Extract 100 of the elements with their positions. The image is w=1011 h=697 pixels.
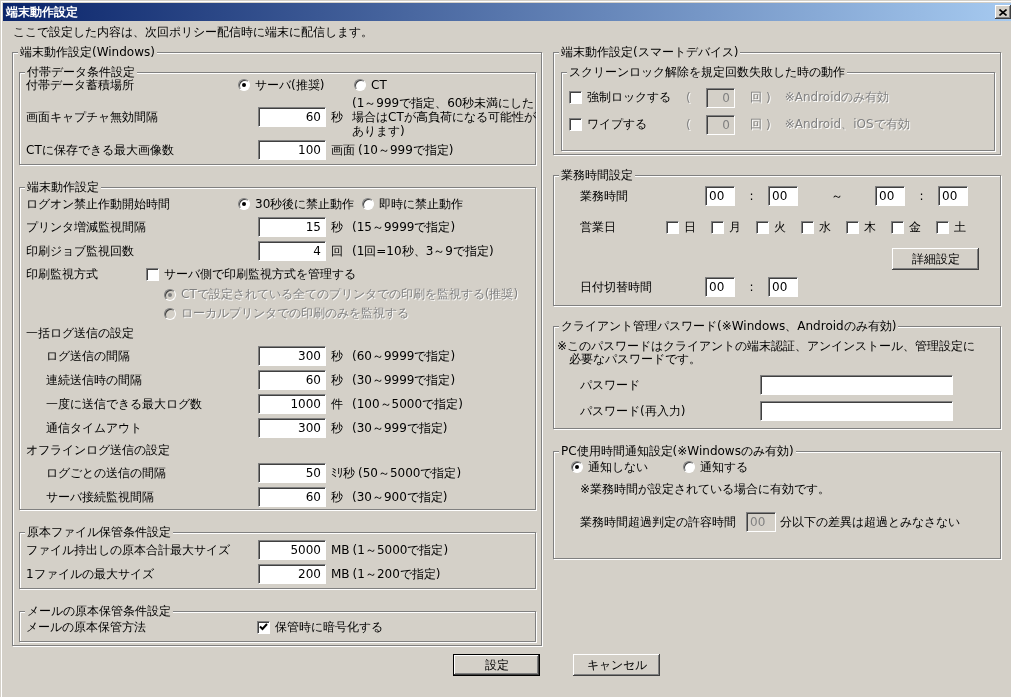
checkbox-label: 月	[729, 218, 741, 236]
range-hint: (100～5000で指定)	[352, 397, 463, 411]
radio-label: 即時に禁止動作	[379, 195, 464, 213]
radio-button[interactable]	[354, 79, 366, 91]
number-field[interactable]: 60	[258, 107, 326, 127]
radio-button[interactable]	[571, 461, 583, 473]
number-field[interactable]: 50	[258, 463, 326, 483]
field-label: パスワード(再入力)	[580, 402, 687, 420]
minute-field[interactable]: 00	[768, 277, 798, 297]
range-hint: (30～999で指定)	[352, 421, 448, 435]
intro-text: ここで設定した内容は、次回ポリシー配信時に端末に配信します。	[13, 26, 374, 39]
radio-label: 30秒後に禁止動作	[255, 195, 355, 213]
radio-label: CTで設定されている全てのプリンタでの印刷を監視する(推奨)	[181, 286, 519, 303]
password-field[interactable]	[760, 375, 953, 395]
paren-text: )	[766, 90, 771, 105]
checkbox[interactable]	[891, 220, 904, 234]
number-field[interactable]: 100	[258, 140, 326, 160]
field-label: 付帯データ蓄積場所	[26, 77, 135, 94]
field-label: 営業日	[580, 218, 617, 236]
checkbox-label: 火	[774, 218, 786, 236]
unit-label: ﾐﾘ秒	[331, 464, 355, 482]
number-field[interactable]: 300	[258, 418, 326, 438]
section-label: オフラインログ送信の設定	[26, 442, 170, 459]
unit-label: 件	[331, 395, 344, 413]
group-title: 業務時間設定	[559, 168, 635, 182]
field-label: 連続送信時の間隔	[46, 371, 143, 389]
group-title: クライアント管理パスワード(※Windows、Androidのみ有効)	[559, 319, 899, 333]
range-hint: (30～9999で指定)	[352, 373, 456, 387]
checkbox[interactable]	[936, 220, 949, 234]
number-field[interactable]: 200	[258, 564, 326, 584]
hour-field[interactable]: 00	[875, 186, 905, 206]
minute-field[interactable]: 00	[768, 186, 798, 206]
field-label: 一度に送信できる最大ログ数	[46, 395, 203, 413]
checkbox-label: 保管時に暗号化する	[275, 618, 383, 636]
checkbox-label: サーバ側で印刷監視方式を管理する	[164, 265, 356, 283]
range-hint: (15～9999で指定)	[352, 220, 456, 234]
checkbox[interactable]	[711, 220, 724, 234]
close-icon	[999, 8, 1007, 16]
radio-button[interactable]	[362, 198, 375, 210]
group-title: 付帯データ条件設定	[25, 65, 137, 79]
field-label: メールの原本保管方法	[26, 618, 147, 636]
group-title: 端末動作設定(スマートデバイス)	[559, 45, 741, 59]
note-text: ※業務時間が設定されている場合に有効です。	[579, 480, 832, 498]
hour-field[interactable]: 00	[705, 277, 735, 297]
note-text: ※Android、iOSで有効	[784, 116, 910, 133]
checkbox[interactable]	[846, 220, 859, 234]
range-hint: (1～5000で指定)	[352, 543, 449, 557]
checkbox[interactable]	[146, 267, 159, 281]
radio-button[interactable]	[683, 461, 695, 473]
detail-settings-button[interactable]: 詳細設定	[892, 248, 979, 270]
time-colon: :	[748, 280, 755, 294]
field-label: 印刷ジョブ監視回数	[26, 242, 135, 260]
checkbox-label: 強制ロックする	[587, 89, 671, 106]
group-title: スクリーンロック解除を規定回数失敗した時の動作	[567, 65, 847, 79]
time-colon: :	[918, 189, 925, 203]
unit-label: 画面	[331, 141, 355, 159]
number-field[interactable]: 15	[258, 217, 326, 237]
unit-label: 秒	[331, 371, 344, 389]
checkbox-label: 水	[819, 218, 831, 236]
checkbox[interactable]	[756, 220, 769, 234]
time-colon: :	[748, 189, 755, 203]
group-title: 端末動作設定	[25, 180, 101, 194]
checkbox[interactable]	[801, 220, 814, 234]
paren-text: )	[766, 117, 771, 132]
range-hint: (30～900で指定)	[352, 490, 448, 504]
radio-button[interactable]	[238, 198, 250, 210]
unit-label: 回	[331, 242, 344, 260]
radio-button[interactable]	[238, 79, 250, 91]
checkbox[interactable]	[257, 620, 270, 634]
unit-label: 秒	[331, 488, 344, 506]
field-label: ログオン禁止作動開始時間	[26, 195, 171, 213]
close-button[interactable]	[995, 5, 1011, 19]
range-hint: (1回=10秒、3～9で指定)	[352, 244, 494, 258]
number-field[interactable]: 300	[258, 346, 326, 366]
unit-label: 回	[750, 116, 762, 133]
checkbox-label: 金	[909, 218, 921, 236]
field-label: ログごとの送信の間隔	[46, 464, 167, 482]
range-hint: (50～5000で指定)	[358, 466, 462, 480]
dialog-button[interactable]: キャンセル	[573, 654, 660, 676]
number-field[interactable]: 60	[258, 487, 326, 507]
number-field[interactable]: 60	[258, 370, 326, 390]
number-field[interactable]: 4	[258, 241, 326, 261]
password-field[interactable]	[760, 401, 953, 421]
note-text: ※Androidのみ有効	[784, 89, 890, 106]
field-label: 画面キャプチャ無効間隔	[26, 108, 159, 126]
radio-label: 通知する	[700, 458, 748, 476]
checkbox[interactable]	[666, 220, 679, 234]
hour-field[interactable]: 00	[705, 186, 735, 206]
dialog-button[interactable]: 設定	[453, 654, 540, 676]
suffix-text: 分以下の差異は超過とみなさない	[780, 513, 960, 531]
range-hint: (1～200で指定)	[352, 567, 441, 581]
field-label: 業務時間超過判定の許容時間	[580, 513, 737, 531]
range-hint: (60～9999で指定)	[352, 349, 456, 363]
section-label: 一括ログ送信の設定	[26, 325, 134, 342]
number-field[interactable]: 5000	[258, 540, 326, 560]
number-field[interactable]: 1000	[258, 394, 326, 414]
unit-label: 秒	[331, 347, 344, 365]
paren-text: (	[686, 117, 692, 132]
minute-field[interactable]: 00	[938, 186, 968, 206]
field-label: 業務時間	[580, 187, 629, 205]
